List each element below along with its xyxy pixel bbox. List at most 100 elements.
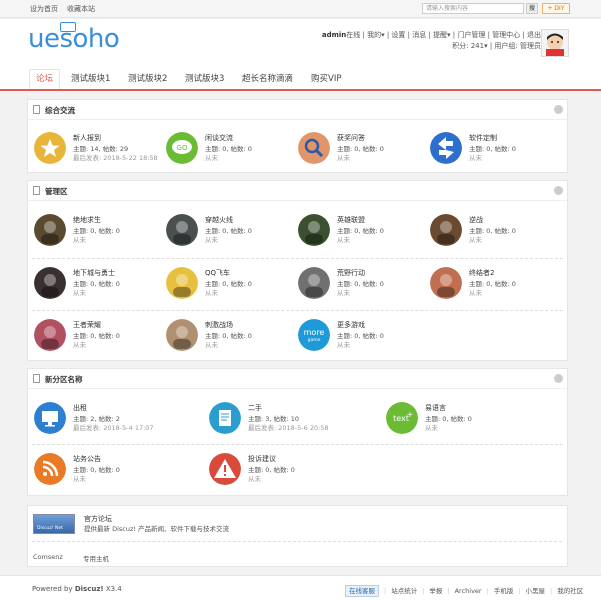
set-home-link[interactable]: 设为首页 — [30, 5, 58, 13]
text-plus-icon[interactable]: text + — [386, 402, 418, 434]
game-avatar-icon[interactable] — [34, 214, 66, 246]
diy-button[interactable]: + DIY — [542, 3, 570, 14]
game-avatar-icon[interactable] — [430, 267, 462, 299]
forum-name[interactable]: 绝地求生 — [73, 215, 101, 225]
admin-center-link[interactable]: 管理中心 — [492, 31, 520, 39]
collapse-icon[interactable] — [554, 186, 563, 195]
chat-icon[interactable]: GO — [166, 132, 198, 164]
forum-last-post[interactable]: 从未 — [337, 234, 350, 244]
game-avatar-icon[interactable] — [34, 319, 66, 351]
magnifier-icon[interactable] — [298, 132, 330, 164]
nav-item-2[interactable]: 测试版块2 — [128, 72, 167, 84]
forum-last-post[interactable]: 最后发表: 2018-5-4 17:07 — [73, 422, 154, 432]
forum-name[interactable]: 闲谈交流 — [205, 133, 233, 143]
forum-last-post[interactable]: 从未 — [73, 234, 86, 244]
game-avatar-icon[interactable] — [34, 267, 66, 299]
nav-item-4[interactable]: 超长名称滴滴 — [242, 72, 293, 84]
comsenz-link[interactable]: Comsenz — [33, 553, 63, 561]
nav-item-3[interactable]: 测试版块3 — [185, 72, 224, 84]
arrows-icon[interactable] — [430, 132, 462, 164]
forum-name[interactable]: QQ飞车 — [205, 268, 230, 278]
document-icon[interactable] — [209, 402, 241, 434]
forum-last-post[interactable]: 从未 — [425, 422, 438, 432]
forum-last-post[interactable]: 从未 — [205, 339, 218, 349]
portal-admin-link[interactable]: 门户管理 — [457, 31, 485, 39]
forum-name[interactable]: 刺激战场 — [205, 320, 233, 330]
more-game-icon[interactable]: more game — [298, 319, 330, 351]
forum-last-post[interactable]: 从未 — [205, 234, 218, 244]
forum-name[interactable]: 新人报到 — [73, 133, 101, 143]
star-icon[interactable] — [34, 132, 66, 164]
forum-name[interactable]: 穿越火线 — [205, 215, 233, 225]
forum-last-post[interactable]: 从未 — [469, 152, 482, 162]
monitor-icon[interactable] — [34, 402, 66, 434]
forum-name[interactable]: 易语言 — [425, 403, 446, 413]
forum-last-post[interactable]: 从未 — [337, 152, 350, 162]
forum-last-post[interactable]: 从未 — [469, 287, 482, 297]
forum-name[interactable]: 站务公告 — [73, 454, 101, 464]
favorite-link[interactable]: 收藏本站 — [67, 5, 95, 13]
game-avatar-icon[interactable] — [430, 214, 462, 246]
nav-item-1[interactable]: 测试版块1 — [71, 72, 110, 84]
forum-last-post[interactable]: 从未 — [205, 152, 218, 162]
forum-last-post[interactable]: 从未 — [73, 287, 86, 297]
forum-last-post[interactable]: 从未 — [337, 339, 350, 349]
usergroup-link[interactable]: 用户组: 管理员 — [494, 42, 541, 50]
footer-link-0[interactable]: 在线客服 — [345, 585, 379, 597]
discuz-logo[interactable]: Discuz! Net — [33, 514, 75, 534]
collapse-icon[interactable] — [554, 374, 563, 383]
forum-last-post[interactable]: 从未 — [205, 287, 218, 297]
footer-link-1[interactable]: 站点统计 — [391, 587, 417, 595]
group-title[interactable]: 管理区 — [45, 186, 68, 197]
game-avatar-icon[interactable] — [166, 319, 198, 351]
forum-name[interactable]: 终结者2 — [469, 268, 494, 278]
points-link[interactable]: 积分: 241 — [452, 42, 484, 50]
footer-link-3[interactable]: Archiver — [455, 587, 482, 595]
forum-name[interactable]: 荒野行动 — [337, 268, 365, 278]
forum-last-post[interactable]: 从未 — [73, 339, 86, 349]
logout-link[interactable]: 退出 — [527, 31, 541, 39]
forum-name[interactable]: 更多游戏 — [337, 320, 365, 330]
reminders-link[interactable]: 提醒 — [433, 31, 447, 39]
forum-last-post[interactable]: 最后发表: 2018-5-6 20:58 — [248, 422, 329, 432]
rss-icon[interactable] — [34, 453, 66, 485]
footer-link-4[interactable]: 手机版 — [494, 587, 514, 595]
avatar[interactable] — [541, 29, 569, 57]
forum-name[interactable]: 二手 — [248, 403, 262, 413]
footer-link-5[interactable]: 小黑屋 — [526, 587, 546, 595]
forum-name[interactable]: 投诉建议 — [248, 454, 276, 464]
forum-name[interactable]: 地下城与勇士 — [73, 268, 115, 278]
svg-text:GO: GO — [177, 144, 188, 152]
forum-name[interactable]: 出租 — [73, 403, 87, 413]
nav-item-0[interactable]: 论坛 — [29, 69, 61, 89]
forum-name[interactable]: 逆战 — [469, 215, 483, 225]
forum-name[interactable]: 王者荣耀 — [73, 320, 101, 330]
hosting-link[interactable]: 专用主机 — [83, 553, 109, 563]
game-avatar-icon[interactable] — [298, 267, 330, 299]
forum-name[interactable]: 软件定制 — [469, 133, 497, 143]
forum-last-post[interactable]: 从未 — [469, 234, 482, 244]
forum-last-post[interactable]: 从未 — [337, 287, 350, 297]
group-title[interactable]: 新分区名称 — [45, 374, 83, 385]
forum-last-post[interactable]: 最后发表: 2018-5-22 18:58 — [73, 152, 158, 162]
forum-last-post[interactable]: 从未 — [248, 473, 261, 483]
forum-group-0: 综合交流 新人报到 主题: 14, 帖数: 29 最后发表: 2018-5-22 18… — [27, 99, 568, 173]
game-avatar-icon[interactable] — [298, 214, 330, 246]
username[interactable]: admin — [322, 31, 346, 39]
forum-name[interactable]: 获奖问答 — [337, 133, 365, 143]
forum-name[interactable]: 英雄联盟 — [337, 215, 365, 225]
game-avatar-icon[interactable] — [166, 214, 198, 246]
forum-last-post[interactable]: 从未 — [73, 473, 86, 483]
search-button[interactable]: 搜 — [526, 3, 538, 14]
settings-link[interactable]: 设置 — [391, 31, 405, 39]
warning-icon[interactable] — [209, 453, 241, 485]
footer-link-6[interactable]: 我的社区 — [557, 587, 583, 595]
messages-link[interactable]: 消息 — [412, 31, 426, 39]
collapse-icon[interactable] — [554, 105, 563, 114]
search-input[interactable]: 请输入搜索内容 — [422, 3, 524, 14]
mine-menu[interactable]: 我的 — [367, 31, 381, 39]
nav-item-5[interactable]: 购买VIP — [311, 72, 341, 84]
footer-link-2[interactable]: 举报 — [429, 587, 442, 595]
group-title[interactable]: 综合交流 — [45, 105, 75, 116]
game-avatar-icon[interactable] — [166, 267, 198, 299]
